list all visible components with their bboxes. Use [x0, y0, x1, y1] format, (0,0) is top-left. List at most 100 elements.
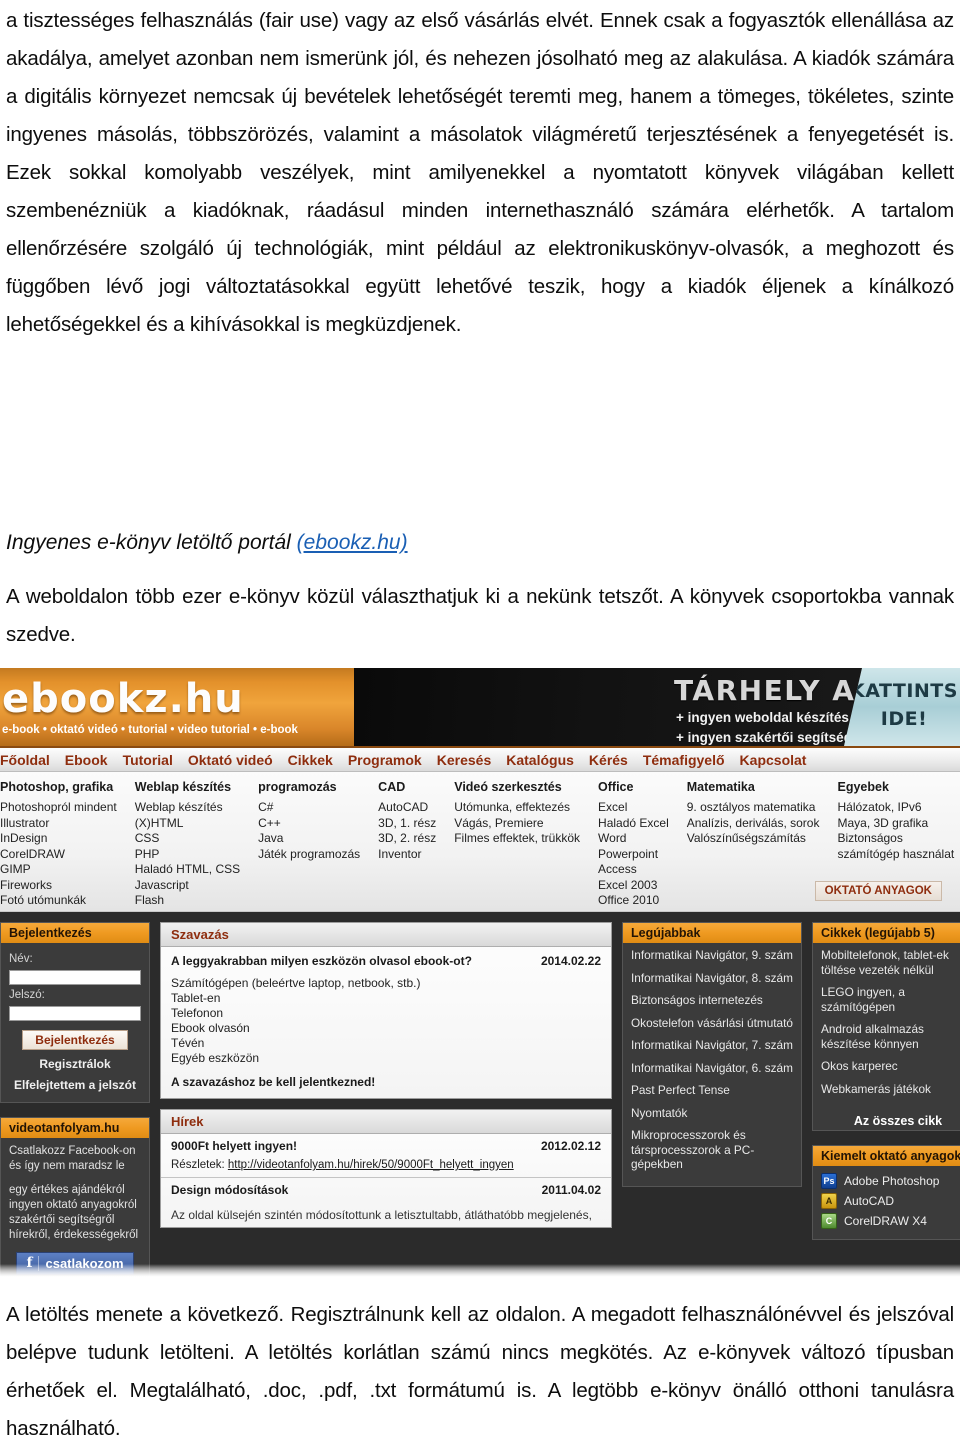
menu-item[interactable]: Photoshopról mindent — [0, 800, 117, 816]
menu-item[interactable]: InDesign — [0, 831, 117, 847]
menu-item[interactable]: Analízis, deriválás, sorok — [687, 816, 820, 832]
menu-item[interactable]: Inventor — [378, 847, 436, 863]
menu-column-title: Videó szerkesztés — [454, 780, 562, 794]
latest-item[interactable]: Informatikai Navigátor, 6. szám — [631, 1061, 793, 1076]
nav-item-7[interactable]: Katalógus — [506, 752, 574, 768]
menu-item[interactable]: Hálózatok, IPv6 — [837, 800, 954, 816]
menu-item[interactable]: Excel 2003 — [598, 878, 669, 894]
article-item[interactable]: LEGO ingyen, a számítógépen — [821, 985, 960, 1014]
menu-item[interactable]: számítógép használat — [837, 847, 954, 863]
site-logo[interactable]: ebookz.hu — [2, 676, 244, 722]
latest-item[interactable]: Informatikai Navigátor, 7. szám — [631, 1038, 793, 1053]
article-item[interactable]: Android alkalmazás készítése könnyen — [821, 1022, 960, 1051]
menu-item[interactable]: CSS — [135, 831, 240, 847]
latest-item[interactable]: Past Perfect Tense — [631, 1083, 793, 1098]
menu-item[interactable]: CorelDRAW — [0, 847, 117, 863]
latest-item[interactable]: Informatikai Navigátor, 9. szám — [631, 948, 793, 963]
username-input[interactable] — [9, 969, 141, 985]
nav-item-5[interactable]: Programok — [348, 752, 422, 768]
news-item-date: 2011.04.02 — [541, 1183, 601, 1197]
articles-panel: Cikkek (legújabb 5) Mobiltelefonok, tabl… — [812, 922, 960, 1131]
latest-item[interactable]: Okostelefon vásárlási útmutató — [631, 1016, 793, 1031]
main-content: Szavazás A leggyakrabban milyen eszközön… — [160, 922, 612, 1280]
latest-item[interactable]: Biztonságos internetezés — [631, 993, 793, 1008]
latest-item[interactable]: Nyomtatók — [631, 1106, 793, 1121]
login-submit-button[interactable]: Bejelentkezés — [22, 1030, 128, 1050]
article-item[interactable]: Okos karperec — [821, 1059, 960, 1074]
poll-date: 2014.02.22 — [540, 954, 601, 968]
menu-item[interactable]: Word — [598, 831, 669, 847]
cta-button[interactable]: KATTINTS IDE! — [844, 668, 960, 746]
all-articles-link[interactable]: Az összes cikk — [813, 1114, 960, 1128]
menu-item[interactable]: 9. osztályos matematika — [687, 800, 820, 816]
ebookz-link[interactable]: (ebookz.hu) — [297, 531, 408, 554]
menu-item[interactable]: Excel — [598, 800, 669, 816]
menu-item[interactable]: C++ — [258, 816, 360, 832]
nav-item-8[interactable]: Kérés — [589, 752, 628, 768]
facebook-panel-title: videotanfolyam.hu — [1, 1118, 149, 1138]
menu-item[interactable]: Filmes effektek, trükkök — [454, 831, 580, 847]
featured-item-label: AutoCAD — [844, 1194, 895, 1208]
poll-option[interactable]: Számítógépen (beleértve laptop, netbook,… — [171, 976, 601, 991]
nav-item-1[interactable]: Ebook — [65, 752, 108, 768]
menu-item[interactable]: Access — [598, 862, 669, 878]
menu-item[interactable]: Flash — [135, 893, 240, 909]
menu-item[interactable]: Vágás, Premiere — [454, 816, 580, 832]
menu-item[interactable]: Java — [258, 831, 360, 847]
nav-item-6[interactable]: Keresés — [437, 752, 492, 768]
document-page: a tisztességes felhasználás (fair use) v… — [0, 0, 960, 1440]
menu-item[interactable]: C# — [258, 800, 360, 816]
nav-item-9[interactable]: Témafigyelő — [643, 752, 725, 768]
menu-item[interactable]: Játék programozás — [258, 847, 360, 863]
latest-item[interactable]: Informatikai Navigátor, 8. szám — [631, 971, 793, 986]
poll-option[interactable]: Egyéb eszközön — [171, 1051, 601, 1066]
poll-option[interactable]: Ebook olvasón — [171, 1021, 601, 1036]
latest-item[interactable]: Mikroprocesszorok és társprocesszorok a … — [631, 1128, 793, 1172]
menu-item[interactable]: (X)HTML — [135, 816, 240, 832]
menu-item[interactable]: 3D, 2. rész — [378, 831, 436, 847]
poll-option[interactable]: Tablet-en — [171, 991, 601, 1006]
nav-item-4[interactable]: Cikkek — [288, 752, 333, 768]
menu-item[interactable]: Office 2010 — [598, 893, 669, 909]
menu-item[interactable]: Utómunka, effektezés — [454, 800, 580, 816]
nav-item-3[interactable]: Oktató videó — [188, 752, 273, 768]
nav-item-10[interactable]: Kapcsolat — [740, 752, 807, 768]
menu-item[interactable]: Valószínűségszámítás — [687, 831, 820, 847]
menu-item[interactable]: 3D, 1. rész — [378, 816, 436, 832]
news-detail-link[interactable]: http://videotanfolyam.hu/hirek/50/9000Ft… — [228, 1159, 514, 1171]
forgot-password-link[interactable]: Elfelejtettem a jelszót — [9, 1078, 141, 1092]
article-item[interactable]: Mobiltelefonok, tablet-ek töltése vezeté… — [821, 948, 960, 977]
menu-item[interactable]: Javascript — [135, 878, 240, 894]
menu-item[interactable]: Powerpoint — [598, 847, 669, 863]
menu-item[interactable]: Fireworks — [0, 878, 117, 894]
password-input[interactable] — [9, 1005, 141, 1021]
paragraph-bottom: A letöltés menete a következő. Regisztrá… — [6, 1303, 954, 1440]
menu-item[interactable]: GIMP — [0, 862, 117, 878]
oktato-anyagok-button[interactable]: OKTATÓ ANYAGOK — [814, 881, 942, 901]
menu-column-title: Weblap készítés — [134, 780, 232, 794]
menu-item[interactable]: Weblap készítés — [135, 800, 240, 816]
nav-item-0[interactable]: Főoldal — [0, 752, 50, 768]
menu-item[interactable]: Illustrator — [0, 816, 117, 832]
featured-item[interactable]: Ps Adobe Photoshop — [813, 1171, 960, 1191]
logo-area[interactable]: ebookz.hu e-book • oktató videó • tutori… — [0, 668, 354, 746]
latest-list: Informatikai Navigátor, 9. szám Informati… — [623, 943, 801, 1186]
menu-item[interactable]: PHP — [135, 847, 240, 863]
menu-item[interactable]: Haladó Excel — [598, 816, 669, 832]
article-item[interactable]: Webkamerás játékok — [821, 1082, 960, 1097]
register-link[interactable]: Regisztrálok — [9, 1057, 141, 1071]
featured-item[interactable]: A AutoCAD — [813, 1191, 960, 1211]
menu-item[interactable]: Biztonságos — [837, 831, 954, 847]
poll-option[interactable]: Tévén — [171, 1036, 601, 1051]
menu-item[interactable]: Fotó utómunkák — [0, 893, 117, 909]
nav-item-2[interactable]: Tutorial — [123, 752, 173, 768]
left-sidebar: Bejelentkezés Név: Jelszó: Bejelentkezés… — [0, 922, 150, 1280]
login-panel: Bejelentkezés Név: Jelszó: Bejelentkezés… — [0, 922, 150, 1103]
menu-item[interactable]: AutoCAD — [378, 800, 436, 816]
poll-option[interactable]: Telefonon — [171, 1006, 601, 1021]
fb-line-2: és így nem maradsz le — [9, 1160, 125, 1172]
featured-item[interactable]: C CorelDRAW X4 — [813, 1211, 960, 1231]
menu-item[interactable]: Maya, 3D grafika — [837, 816, 954, 832]
menu-item[interactable]: Haladó HTML, CSS — [135, 862, 240, 878]
banner-ad[interactable]: TÁRHELY A WEBOLDALADNAK + ingyen webolda… — [354, 668, 960, 746]
